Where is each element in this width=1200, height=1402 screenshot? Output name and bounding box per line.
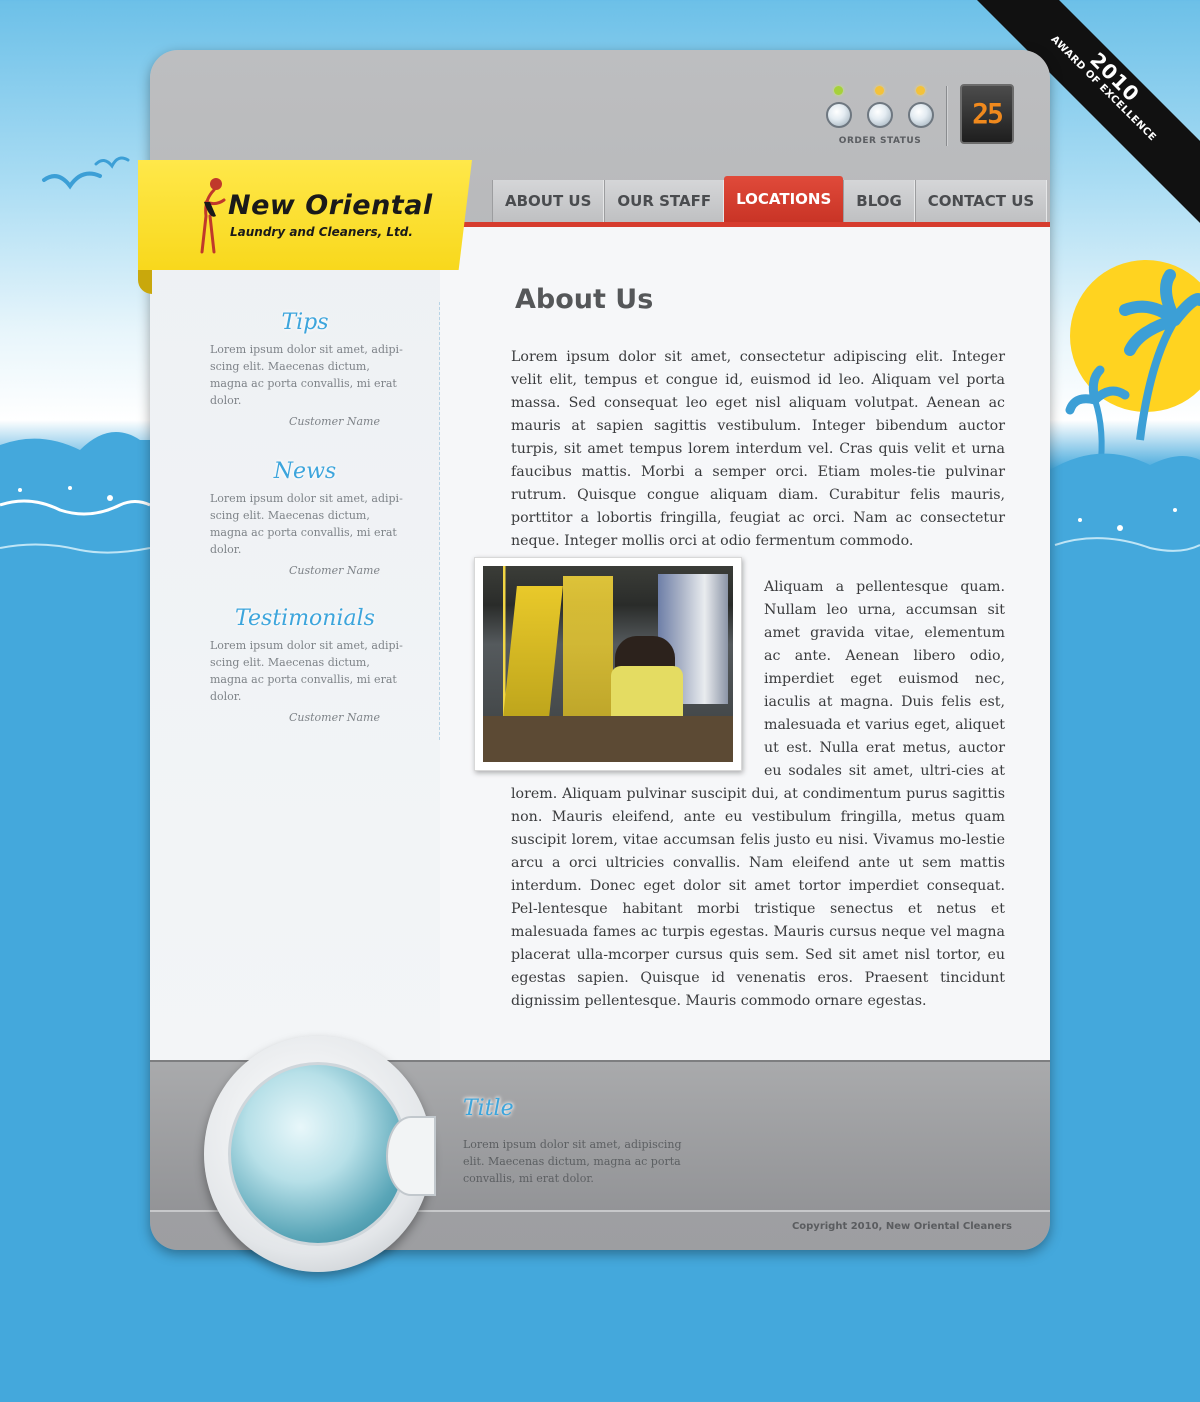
order-status-label: ORDER STATUS	[838, 136, 922, 146]
article-paragraph-1: Lorem ipsum dolor sit amet, consectetur …	[511, 346, 1005, 553]
logo-figure-icon	[200, 178, 226, 254]
nav-about-us[interactable]: ABOUT US	[492, 180, 605, 222]
order-counter-display: 25	[960, 84, 1014, 144]
page-title: About Us	[515, 284, 654, 315]
sidebar-heading-tips[interactable]: Tips	[205, 310, 405, 335]
sidebar-author: Customer Name	[288, 711, 380, 724]
washer-glass-icon	[228, 1062, 408, 1246]
logo-tagline: Laundry and Cleaners, Ltd.	[230, 225, 413, 239]
photo-garment-bag	[501, 586, 563, 736]
nav-locations[interactable]: LOCATIONS	[724, 176, 844, 222]
photo-laundry-worker	[483, 566, 733, 762]
sidebar-body: Lorem ipsum dolor sit amet, adipi-scing …	[210, 639, 403, 703]
washer-latch-icon	[386, 1116, 436, 1196]
main-nav: ABOUT US OUR STAFF LOCATIONS BLOG CONTAC…	[492, 176, 1048, 222]
article-text-1: Lorem ipsum dolor sit amet, consectetur …	[511, 349, 1005, 549]
copyright: Copyright 2010, New Oriental Cleaners	[791, 1221, 1012, 1232]
sidebar-news: News Lorem ipsum dolor sit amet, adipi-s…	[205, 459, 405, 577]
sidebar-body: Lorem ipsum dolor sit amet, adipi-scing …	[210, 492, 403, 556]
status-button-1[interactable]	[826, 102, 852, 128]
status-button-3[interactable]	[908, 102, 934, 128]
footer-body: Lorem ipsum dolor sit amet, adipiscing e…	[463, 1138, 682, 1185]
status-led-amber-icon	[916, 86, 925, 95]
sidebar-heading-testimonials[interactable]: Testimonials	[205, 606, 405, 631]
photo-boxes	[483, 716, 733, 762]
status-led-amber-icon	[875, 86, 884, 95]
sidebar-tips: Tips Lorem ipsum dolor sit amet, adipi-s…	[205, 310, 405, 428]
article: Lorem ipsum dolor sit amet, consectetur …	[474, 346, 1005, 1013]
order-status-panel: ORDER STATUS	[826, 86, 938, 146]
footer-title[interactable]: Title	[463, 1096, 514, 1121]
sidebar-divider	[439, 302, 440, 740]
status-divider	[946, 86, 948, 146]
nav-contact-us[interactable]: CONTACT US	[914, 180, 1048, 222]
logo-title: New Oriental	[228, 190, 433, 221]
status-button-2[interactable]	[867, 102, 893, 128]
nav-our-staff[interactable]: OUR STAFF	[604, 180, 725, 222]
sidebar-author: Customer Name	[288, 564, 380, 577]
sidebar-heading-news[interactable]: News	[205, 459, 405, 484]
sidebar-author: Customer Name	[288, 415, 380, 428]
sidebar-testimonials: Testimonials Lorem ipsum dolor sit amet,…	[205, 606, 405, 724]
nav-underline	[462, 222, 1050, 227]
nav-blog[interactable]: BLOG	[843, 180, 915, 222]
article-photo	[474, 557, 742, 771]
sidebar-body: Lorem ipsum dolor sit amet, adipi-scing …	[210, 343, 403, 407]
status-led-green-icon	[834, 86, 843, 95]
